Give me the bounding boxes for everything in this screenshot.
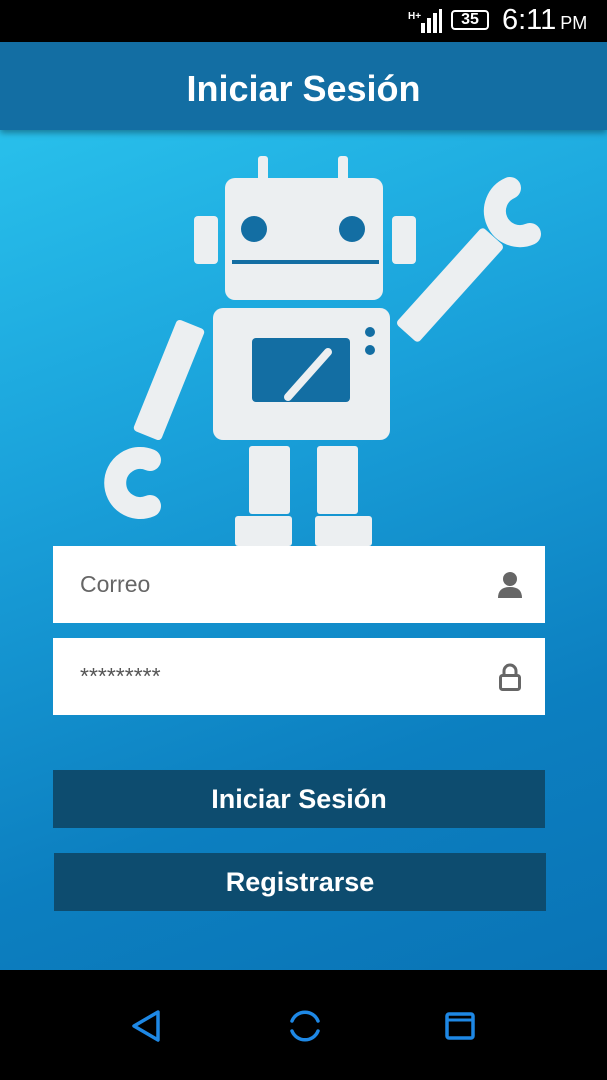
battery-icon: 35: [451, 10, 489, 30]
status-bar: H+ 35 6:11 PM: [0, 0, 607, 42]
register-button[interactable]: Registrarse: [54, 853, 546, 911]
battery-level: 35: [461, 11, 479, 28]
page-title: Iniciar Sesión: [186, 68, 421, 109]
email-field[interactable]: [53, 546, 545, 623]
user-icon: [498, 572, 522, 598]
svg-text:H+: H+: [408, 11, 421, 22]
recents-icon[interactable]: [440, 1006, 480, 1046]
clock-time: 6:11: [502, 4, 557, 36]
clock: 6:11 PM: [502, 4, 587, 37]
login-button[interactable]: Iniciar Sesión: [53, 770, 545, 828]
navigation-bar: [0, 970, 607, 1080]
password-input[interactable]: [53, 638, 483, 715]
login-screen: Iniciar Sesión Correo ********* Iniciar …: [0, 42, 607, 970]
app-bar: Iniciar Sesión: [0, 42, 607, 130]
lock-icon: [499, 663, 521, 691]
robot-logo: [104, 156, 541, 546]
password-field[interactable]: [53, 638, 545, 715]
back-icon[interactable]: [128, 1006, 168, 1046]
clock-ampm: PM: [560, 13, 588, 33]
email-input[interactable]: [53, 546, 483, 623]
signal-icon: H+: [408, 9, 442, 33]
home-icon[interactable]: [285, 1006, 325, 1046]
